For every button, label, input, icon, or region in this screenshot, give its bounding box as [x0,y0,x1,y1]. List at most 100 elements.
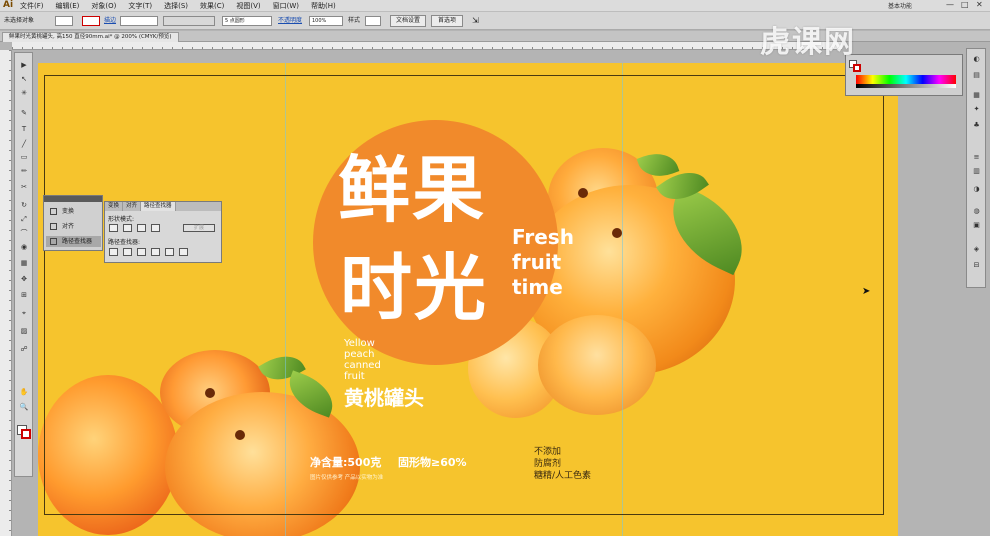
maximize-button[interactable]: □ [961,0,969,9]
menu-file[interactable]: 文件(F) [20,1,44,11]
menu-select[interactable]: 选择(S) [164,1,188,11]
brush-definition-select[interactable]: 5 点圆形 [222,16,272,26]
menu-effect[interactable]: 效果(C) [200,1,224,11]
menu-help[interactable]: 帮助(H) [311,1,336,11]
warp-tool-icon[interactable]: ⌒ [18,229,30,238]
color-spectrum[interactable] [856,75,956,84]
tab-pathfinder[interactable]: 路径查找器 [141,202,176,211]
transform-panel-button[interactable]: 变换 [46,206,101,217]
opacity-field[interactable]: 100% [309,16,343,26]
pathfinder-panel-button[interactable]: 路径查找器 [46,236,101,247]
transform-label: 变换 [62,208,75,215]
english-subtitle[interactable]: Yellow peach canned fruit [344,338,381,382]
document-tab[interactable]: 鲜果时光黄桃罐头, 高150 直径90mm.ai* @ 200% (CMYK/预… [2,32,179,42]
guide-line[interactable] [285,63,286,536]
guide-line[interactable] [622,63,623,536]
brushes-icon[interactable]: ✦ [971,105,982,114]
gradient-tool-icon[interactable]: ▨ [18,327,30,336]
menu-type[interactable]: 文字(T) [128,1,152,11]
color-stroke-swatch[interactable] [853,64,861,72]
tab-transform[interactable]: 变换 [105,202,124,211]
document-setup-button[interactable]: 文档设置 [390,15,426,27]
trim-button[interactable] [123,248,132,256]
free-transform-tool-icon[interactable]: ✥ [18,275,30,284]
menu-object[interactable]: 对象(O) [91,1,116,11]
swatches-icon[interactable]: ▦ [971,91,982,100]
scale-tool-icon[interactable]: ⤢ [18,215,30,224]
image-disclaimer[interactable]: 图片仅供参考 产品以实物为准 [310,473,383,481]
scissors-tool-icon[interactable]: ✂ [18,183,30,192]
panel-titlebar[interactable] [44,196,102,202]
minus-front-button[interactable] [123,224,132,232]
title-line-1[interactable]: 鲜果 [338,150,486,230]
preferences-button[interactable]: 首选项 [431,15,463,27]
minus-back-button[interactable] [179,248,188,256]
no-additives-line: 糖精/人工色素 [534,471,592,481]
rotate-tool-icon[interactable]: ↻ [18,201,30,210]
title-line-2[interactable]: 时光 [340,248,488,328]
stroke-width-field[interactable] [120,16,158,26]
graph-tool-icon[interactable]: ⊞ [18,291,30,300]
english-title-line: Fresh [512,225,574,249]
appearance-icon[interactable]: ◐ [971,55,982,64]
stroke-color-picker[interactable] [82,16,100,26]
line-tool-icon[interactable]: ╱ [18,140,30,149]
hand-tool-icon[interactable]: ✋ [18,388,30,397]
tab-align[interactable]: 对齐 [123,202,142,211]
zoom-tool-icon[interactable]: 🔍 [18,403,30,412]
peach-half[interactable] [538,315,656,415]
fill-color-picker[interactable] [55,16,73,26]
stroke-label[interactable]: 描边 [104,16,116,26]
close-button[interactable]: ✕ [976,0,983,9]
expand-button[interactable]: 扩展 [183,224,215,232]
pen-tool-icon[interactable]: ✎ [18,109,30,118]
menu-edit[interactable]: 编辑(E) [56,1,80,11]
arrange-icon[interactable]: ⇲ [472,16,479,26]
menu-window[interactable]: 窗口(W) [273,1,299,11]
minimize-button[interactable]: — [946,0,954,9]
intersect-button[interactable] [137,224,146,232]
transparency-icon[interactable]: ◑ [971,185,982,194]
divide-button[interactable] [109,248,118,256]
magic-wand-tool-icon[interactable]: ✳ [18,89,30,98]
merge-button[interactable] [137,248,146,256]
gradient-icon[interactable]: ▥ [971,167,982,176]
eyedropper-tool-icon[interactable]: ⌖ [18,309,30,318]
symbol-sprayer-tool-icon[interactable]: ☍ [18,345,30,354]
mesh-tool-icon[interactable]: ▦ [18,259,30,268]
crop-button[interactable] [151,248,160,256]
rectangle-tool-icon[interactable]: ▭ [18,153,30,162]
horizontal-ruler[interactable] [12,42,842,50]
symbols-icon[interactable]: ♣ [971,121,982,130]
shape-builder-tool-icon[interactable]: ◉ [18,243,30,252]
pencil-tool-icon[interactable]: ✏ [18,167,30,176]
align-panel-button[interactable]: 对齐 [46,221,101,232]
unite-button[interactable] [109,224,118,232]
english-title[interactable]: Fresh fruit time [512,225,574,300]
stroke-swatch[interactable] [21,429,31,439]
product-name[interactable]: 黄桃罐头 [344,386,424,410]
grayscale-ramp[interactable] [856,84,956,88]
solids-content[interactable]: 固形物≥60% [398,454,467,470]
direct-selection-tool-icon[interactable]: ↖ [18,75,30,84]
type-tool-icon[interactable]: T [18,125,30,134]
menu-list: 文件(F) 编辑(E) 对象(O) 文字(T) 选择(S) 效果(C) 视图(V… [20,1,336,11]
menu-view[interactable]: 视图(V) [236,1,260,11]
links-icon[interactable]: ⊟ [971,261,982,270]
outline-button[interactable] [165,248,174,256]
exclude-button[interactable] [151,224,160,232]
net-weight[interactable]: 净含量:500克 [310,454,381,470]
peach-bottom-left[interactable] [38,375,178,535]
no-additives-text[interactable]: 不添加 防腐剂 糖精/人工色素 [534,446,591,482]
graphic-style-picker[interactable] [365,16,381,26]
vertical-ruler[interactable] [0,50,12,536]
artboards-icon[interactable]: ▣ [971,221,982,230]
selection-tool-icon[interactable]: ▶ [18,61,30,70]
stroke-icon[interactable]: ≡ [971,153,982,162]
variable-width-profile[interactable] [163,16,215,26]
opacity-label[interactable]: 不透明度 [278,16,302,26]
workspace-switcher[interactable]: 基本功能 [888,1,912,10]
layers-icon[interactable]: ◈ [971,245,982,254]
color-icon[interactable]: ▤ [971,71,982,80]
graphic-styles-icon[interactable]: ◍ [971,207,982,216]
